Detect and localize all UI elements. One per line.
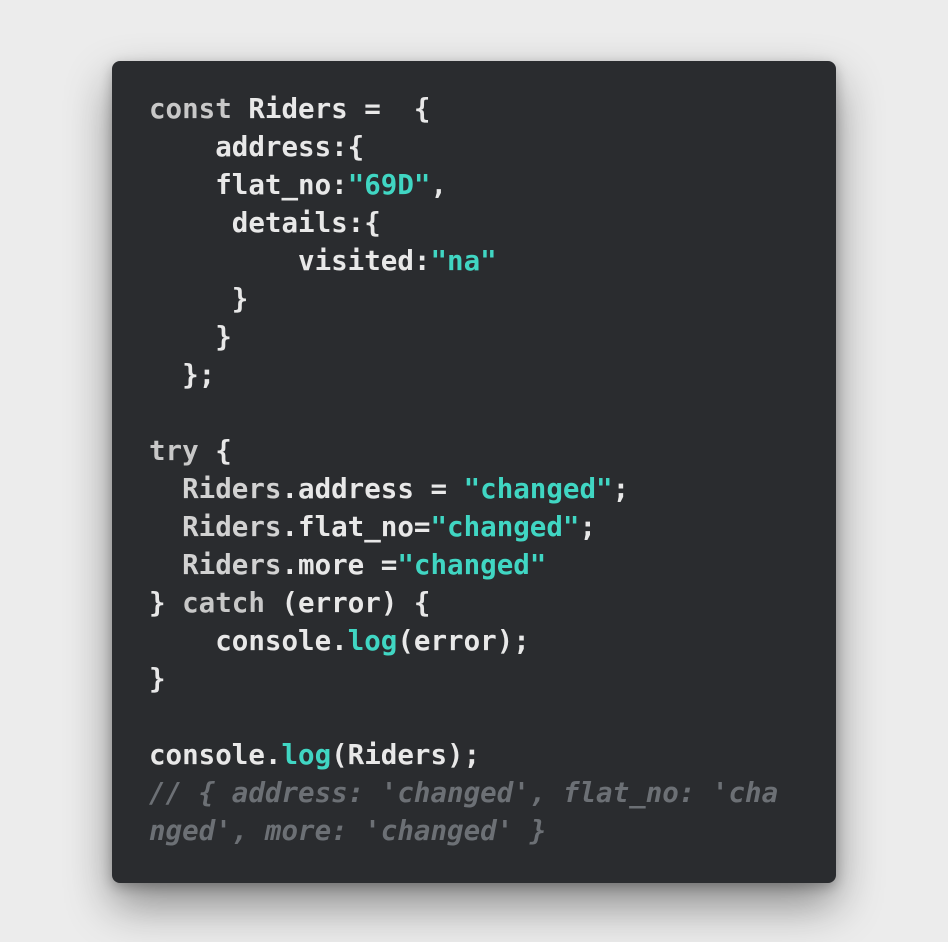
code-token-str: "changed" bbox=[430, 511, 580, 543]
code-token-id: (Riders); bbox=[331, 739, 481, 771]
code-token-cmt: // { address: 'changed', flat_no: 'cha bbox=[149, 777, 779, 809]
code-token-var: Riders bbox=[149, 511, 282, 543]
code-line: try { bbox=[149, 432, 778, 470]
code-token-kw: catch bbox=[182, 587, 265, 619]
code-token-punc: }; bbox=[149, 359, 216, 391]
code-token-fn: log bbox=[281, 739, 332, 771]
code-line: Riders.flat_no="changed"; bbox=[149, 508, 778, 546]
code-block: const Riders = { address:{ flat_no:"69D"… bbox=[149, 90, 778, 850]
code-snippet-card: const Riders = { address:{ flat_no:"69D"… bbox=[112, 61, 836, 883]
code-token-str: "changed" bbox=[463, 473, 613, 505]
code-line: visited:"na" bbox=[149, 242, 778, 280]
code-line: }; bbox=[149, 356, 778, 394]
code-token-punc: { bbox=[198, 435, 232, 467]
code-line: flat_no:"69D", bbox=[149, 166, 778, 204]
code-token-str: "69D" bbox=[347, 169, 431, 201]
code-token-id: address:{ bbox=[149, 131, 365, 163]
code-token-str: "na" bbox=[430, 245, 497, 277]
code-line: console.log(error); bbox=[149, 622, 778, 660]
code-token-kw: const bbox=[149, 93, 249, 125]
code-token-id: .more = bbox=[281, 549, 398, 581]
code-token-kw: try bbox=[149, 435, 199, 467]
code-token-var: Riders bbox=[149, 549, 282, 581]
code-token-cmt: nged', more: 'changed' } bbox=[149, 815, 547, 847]
code-line: } bbox=[149, 280, 778, 318]
code-token-id: details:{ bbox=[149, 207, 381, 239]
code-token-punc: } bbox=[149, 587, 183, 619]
code-token-punc: } bbox=[149, 663, 166, 695]
code-token-str: "changed" bbox=[397, 549, 547, 581]
code-line: address:{ bbox=[149, 128, 778, 166]
code-token-punc: } bbox=[149, 283, 249, 315]
code-line: Riders.more ="changed" bbox=[149, 546, 778, 584]
code-token-id: (error); bbox=[397, 625, 530, 657]
code-line: Riders.address = "changed"; bbox=[149, 470, 778, 508]
code-token-punc: } bbox=[149, 321, 232, 353]
code-token-punc: ; bbox=[612, 473, 630, 505]
code-token-id: Riders bbox=[248, 93, 348, 125]
code-token-id: console. bbox=[149, 739, 282, 771]
code-line: const Riders = { bbox=[149, 90, 778, 128]
code-token-id: .address = bbox=[281, 473, 464, 505]
code-line: // { address: 'changed', flat_no: 'cha bbox=[149, 774, 778, 812]
code-token-var: Riders bbox=[149, 473, 282, 505]
code-token-id: (error) { bbox=[264, 587, 431, 619]
code-token-id: console. bbox=[149, 625, 348, 657]
code-token-punc: , bbox=[430, 169, 448, 201]
code-token-id: visited: bbox=[149, 245, 431, 277]
code-line: } catch (error) { bbox=[149, 584, 778, 622]
code-token-id: .flat_no= bbox=[281, 511, 431, 543]
code-line: nged', more: 'changed' } bbox=[149, 812, 778, 850]
code-token-id: flat_no: bbox=[149, 169, 348, 201]
code-token-punc: = { bbox=[347, 93, 431, 125]
code-token-punc: ; bbox=[579, 511, 597, 543]
code-line: console.log(Riders); bbox=[149, 736, 778, 774]
code-line: } bbox=[149, 318, 778, 356]
code-token-fn: log bbox=[347, 625, 398, 657]
code-line: details:{ bbox=[149, 204, 778, 242]
code-line: } bbox=[149, 660, 778, 698]
